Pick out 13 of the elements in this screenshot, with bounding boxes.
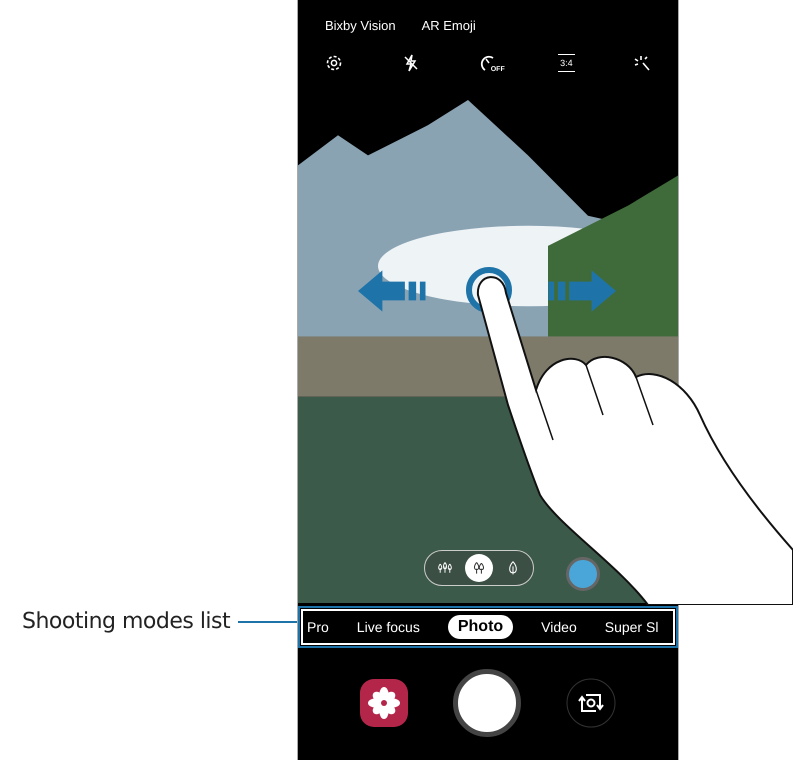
mode-tab[interactable]: Live focus [346, 616, 430, 638]
flower-app-icon[interactable] [360, 678, 408, 726]
sparkle-icon[interactable] [632, 53, 652, 73]
mode-tab[interactable]: Pro [300, 616, 339, 638]
mode-tab[interactable]: Photo [448, 615, 514, 639]
ratio-button[interactable]: 3:4 [558, 54, 575, 72]
mode-link[interactable]: Bixby Vision [325, 18, 396, 33]
settings-icon[interactable] [324, 53, 344, 73]
switch-camera-icon[interactable] [566, 678, 616, 728]
callout-label: Shooting modes list [22, 609, 230, 634]
mode-link[interactable]: AR Emoji [422, 18, 476, 33]
mode-tab[interactable]: Video [531, 616, 587, 638]
mode-tab[interactable]: Super Sl [594, 616, 668, 638]
